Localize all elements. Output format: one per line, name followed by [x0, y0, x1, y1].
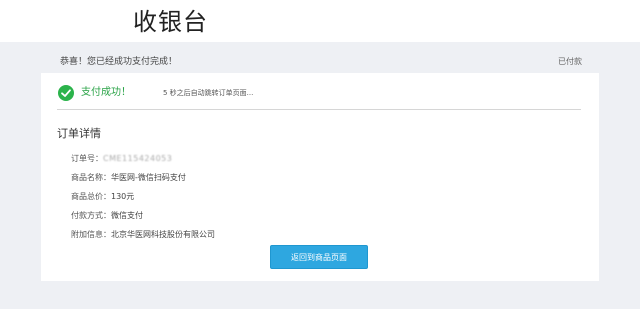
top-header-bar: 收银台	[0, 0, 640, 42]
return-to-product-button[interactable]: 返回到商品页面	[270, 245, 368, 269]
detail-row-additional-info: 附加信息：北京华医网科技股份有限公司	[71, 228, 215, 242]
notice-message: 恭喜！您已经成功支付完成！	[60, 57, 178, 67]
detail-row-order-number: 订单号：CME115424053	[71, 152, 172, 166]
detail-row-payment-method: 付款方式：微信支付	[71, 209, 143, 223]
redirect-countdown-text: 5 秒之后自动跳转订单页面...	[163, 89, 254, 97]
order-number-value: CME115424053	[103, 154, 173, 163]
payment-notice: 恭喜！您已经成功支付完成！ 已付款	[60, 55, 582, 69]
product-name-value: 华医网-微信扫码支付	[111, 173, 186, 182]
success-banner: 支付成功！ 5 秒之后自动跳转订单页面...	[57, 81, 581, 110]
detail-label: 订单号：	[71, 154, 103, 163]
detail-label: 商品名称：	[71, 173, 111, 182]
check-circle-icon	[58, 85, 74, 101]
detail-label: 商品总价：	[71, 192, 111, 201]
total-price-value: 130元	[111, 192, 135, 201]
order-details-title: 订单详情	[57, 127, 101, 140]
detail-row-product-name: 商品名称：华医网-微信扫码支付	[71, 171, 186, 185]
page-title: 收银台	[133, 8, 208, 36]
payment-method-value: 微信支付	[111, 211, 143, 220]
detail-label: 付款方式：	[71, 211, 111, 220]
paid-status-label: 已付款	[558, 57, 582, 66]
detail-row-total-price: 商品总价：130元	[71, 190, 134, 204]
order-card: 支付成功！ 5 秒之后自动跳转订单页面... 订单详情 订单号：CME11542…	[41, 73, 599, 281]
detail-label: 附加信息：	[71, 230, 111, 239]
success-label: 支付成功！	[81, 87, 131, 98]
additional-info-value: 北京华医网科技股份有限公司	[111, 230, 215, 239]
